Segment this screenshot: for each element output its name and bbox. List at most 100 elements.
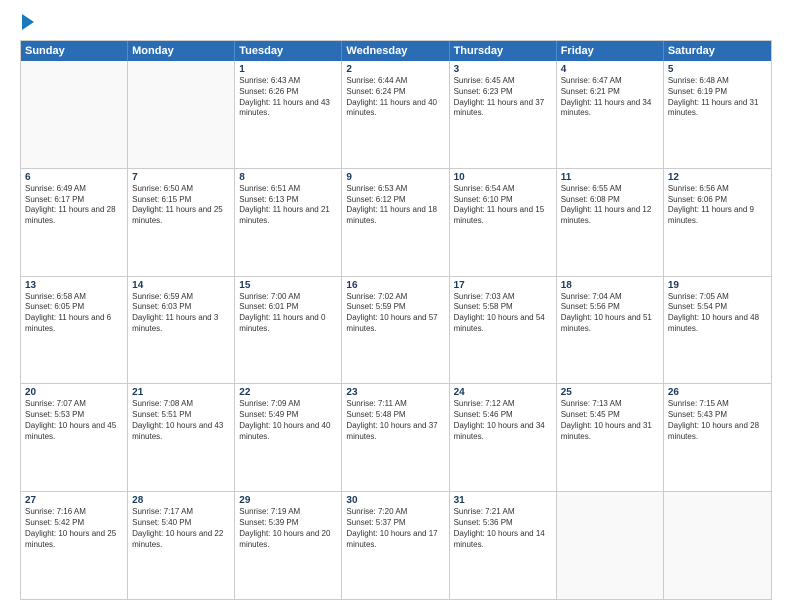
calendar-cell-6: 6Sunrise: 6:49 AM Sunset: 6:17 PM Daylig…: [21, 169, 128, 276]
cell-info: Sunrise: 6:47 AM Sunset: 6:21 PM Dayligh…: [561, 76, 659, 119]
day-number: 20: [25, 387, 123, 398]
calendar-cell-25: 25Sunrise: 7:13 AM Sunset: 5:45 PM Dayli…: [557, 384, 664, 491]
calendar-cell-11: 11Sunrise: 6:55 AM Sunset: 6:08 PM Dayli…: [557, 169, 664, 276]
calendar-cell-18: 18Sunrise: 7:04 AM Sunset: 5:56 PM Dayli…: [557, 277, 664, 384]
cell-info: Sunrise: 7:16 AM Sunset: 5:42 PM Dayligh…: [25, 507, 123, 550]
day-number: 13: [25, 280, 123, 291]
day-number: 1: [239, 64, 337, 75]
calendar-cell-28: 28Sunrise: 7:17 AM Sunset: 5:40 PM Dayli…: [128, 492, 235, 599]
day-number: 11: [561, 172, 659, 183]
calendar-cell-empty: [557, 492, 664, 599]
cell-info: Sunrise: 7:15 AM Sunset: 5:43 PM Dayligh…: [668, 399, 767, 442]
cell-info: Sunrise: 6:45 AM Sunset: 6:23 PM Dayligh…: [454, 76, 552, 119]
day-number: 12: [668, 172, 767, 183]
page: SundayMondayTuesdayWednesdayThursdayFrid…: [0, 0, 792, 612]
calendar-header-row: SundayMondayTuesdayWednesdayThursdayFrid…: [21, 41, 771, 61]
calendar-row-3: 13Sunrise: 6:58 AM Sunset: 6:05 PM Dayli…: [21, 277, 771, 385]
calendar: SundayMondayTuesdayWednesdayThursdayFrid…: [20, 40, 772, 600]
day-number: 6: [25, 172, 123, 183]
cell-info: Sunrise: 6:59 AM Sunset: 6:03 PM Dayligh…: [132, 292, 230, 335]
day-number: 7: [132, 172, 230, 183]
calendar-cell-27: 27Sunrise: 7:16 AM Sunset: 5:42 PM Dayli…: [21, 492, 128, 599]
logo: [20, 16, 34, 30]
cell-info: Sunrise: 6:44 AM Sunset: 6:24 PM Dayligh…: [346, 76, 444, 119]
cell-info: Sunrise: 7:20 AM Sunset: 5:37 PM Dayligh…: [346, 507, 444, 550]
day-header-friday: Friday: [557, 41, 664, 61]
calendar-cell-14: 14Sunrise: 6:59 AM Sunset: 6:03 PM Dayli…: [128, 277, 235, 384]
cell-info: Sunrise: 6:50 AM Sunset: 6:15 PM Dayligh…: [132, 184, 230, 227]
cell-info: Sunrise: 7:00 AM Sunset: 6:01 PM Dayligh…: [239, 292, 337, 335]
calendar-cell-13: 13Sunrise: 6:58 AM Sunset: 6:05 PM Dayli…: [21, 277, 128, 384]
day-header-thursday: Thursday: [450, 41, 557, 61]
cell-info: Sunrise: 6:56 AM Sunset: 6:06 PM Dayligh…: [668, 184, 767, 227]
day-number: 28: [132, 495, 230, 506]
calendar-cell-22: 22Sunrise: 7:09 AM Sunset: 5:49 PM Dayli…: [235, 384, 342, 491]
day-number: 24: [454, 387, 552, 398]
calendar-cell-1: 1Sunrise: 6:43 AM Sunset: 6:26 PM Daylig…: [235, 61, 342, 168]
calendar-cell-empty: [128, 61, 235, 168]
calendar-cell-2: 2Sunrise: 6:44 AM Sunset: 6:24 PM Daylig…: [342, 61, 449, 168]
calendar-cell-23: 23Sunrise: 7:11 AM Sunset: 5:48 PM Dayli…: [342, 384, 449, 491]
cell-info: Sunrise: 6:54 AM Sunset: 6:10 PM Dayligh…: [454, 184, 552, 227]
calendar-cell-20: 20Sunrise: 7:07 AM Sunset: 5:53 PM Dayli…: [21, 384, 128, 491]
cell-info: Sunrise: 6:53 AM Sunset: 6:12 PM Dayligh…: [346, 184, 444, 227]
calendar-body: 1Sunrise: 6:43 AM Sunset: 6:26 PM Daylig…: [21, 61, 771, 599]
day-number: 29: [239, 495, 337, 506]
day-header-saturday: Saturday: [664, 41, 771, 61]
day-number: 2: [346, 64, 444, 75]
day-number: 4: [561, 64, 659, 75]
calendar-cell-30: 30Sunrise: 7:20 AM Sunset: 5:37 PM Dayli…: [342, 492, 449, 599]
cell-info: Sunrise: 6:55 AM Sunset: 6:08 PM Dayligh…: [561, 184, 659, 227]
day-number: 21: [132, 387, 230, 398]
cell-info: Sunrise: 7:21 AM Sunset: 5:36 PM Dayligh…: [454, 507, 552, 550]
calendar-cell-empty: [21, 61, 128, 168]
calendar-cell-12: 12Sunrise: 6:56 AM Sunset: 6:06 PM Dayli…: [664, 169, 771, 276]
cell-info: Sunrise: 7:17 AM Sunset: 5:40 PM Dayligh…: [132, 507, 230, 550]
calendar-row-2: 6Sunrise: 6:49 AM Sunset: 6:17 PM Daylig…: [21, 169, 771, 277]
calendar-cell-26: 26Sunrise: 7:15 AM Sunset: 5:43 PM Dayli…: [664, 384, 771, 491]
day-number: 17: [454, 280, 552, 291]
day-header-sunday: Sunday: [21, 41, 128, 61]
day-number: 18: [561, 280, 659, 291]
day-header-monday: Monday: [128, 41, 235, 61]
calendar-cell-24: 24Sunrise: 7:12 AM Sunset: 5:46 PM Dayli…: [450, 384, 557, 491]
cell-info: Sunrise: 6:51 AM Sunset: 6:13 PM Dayligh…: [239, 184, 337, 227]
cell-info: Sunrise: 7:02 AM Sunset: 5:59 PM Dayligh…: [346, 292, 444, 335]
cell-info: Sunrise: 7:11 AM Sunset: 5:48 PM Dayligh…: [346, 399, 444, 442]
calendar-cell-10: 10Sunrise: 6:54 AM Sunset: 6:10 PM Dayli…: [450, 169, 557, 276]
day-number: 22: [239, 387, 337, 398]
day-number: 27: [25, 495, 123, 506]
calendar-cell-29: 29Sunrise: 7:19 AM Sunset: 5:39 PM Dayli…: [235, 492, 342, 599]
cell-info: Sunrise: 6:43 AM Sunset: 6:26 PM Dayligh…: [239, 76, 337, 119]
day-number: 10: [454, 172, 552, 183]
day-number: 8: [239, 172, 337, 183]
cell-info: Sunrise: 6:58 AM Sunset: 6:05 PM Dayligh…: [25, 292, 123, 335]
day-number: 30: [346, 495, 444, 506]
calendar-row-4: 20Sunrise: 7:07 AM Sunset: 5:53 PM Dayli…: [21, 384, 771, 492]
calendar-row-1: 1Sunrise: 6:43 AM Sunset: 6:26 PM Daylig…: [21, 61, 771, 169]
cell-info: Sunrise: 7:12 AM Sunset: 5:46 PM Dayligh…: [454, 399, 552, 442]
cell-info: Sunrise: 7:07 AM Sunset: 5:53 PM Dayligh…: [25, 399, 123, 442]
calendar-cell-8: 8Sunrise: 6:51 AM Sunset: 6:13 PM Daylig…: [235, 169, 342, 276]
day-number: 9: [346, 172, 444, 183]
calendar-cell-7: 7Sunrise: 6:50 AM Sunset: 6:15 PM Daylig…: [128, 169, 235, 276]
day-number: 3: [454, 64, 552, 75]
calendar-cell-5: 5Sunrise: 6:48 AM Sunset: 6:19 PM Daylig…: [664, 61, 771, 168]
cell-info: Sunrise: 7:08 AM Sunset: 5:51 PM Dayligh…: [132, 399, 230, 442]
day-number: 19: [668, 280, 767, 291]
day-number: 15: [239, 280, 337, 291]
cell-info: Sunrise: 7:19 AM Sunset: 5:39 PM Dayligh…: [239, 507, 337, 550]
logo-arrow-icon: [22, 14, 34, 30]
cell-info: Sunrise: 7:03 AM Sunset: 5:58 PM Dayligh…: [454, 292, 552, 335]
calendar-cell-31: 31Sunrise: 7:21 AM Sunset: 5:36 PM Dayli…: [450, 492, 557, 599]
calendar-row-5: 27Sunrise: 7:16 AM Sunset: 5:42 PM Dayli…: [21, 492, 771, 599]
day-header-tuesday: Tuesday: [235, 41, 342, 61]
cell-info: Sunrise: 7:13 AM Sunset: 5:45 PM Dayligh…: [561, 399, 659, 442]
calendar-cell-empty: [664, 492, 771, 599]
day-number: 25: [561, 387, 659, 398]
day-number: 16: [346, 280, 444, 291]
cell-info: Sunrise: 7:04 AM Sunset: 5:56 PM Dayligh…: [561, 292, 659, 335]
calendar-cell-19: 19Sunrise: 7:05 AM Sunset: 5:54 PM Dayli…: [664, 277, 771, 384]
calendar-cell-15: 15Sunrise: 7:00 AM Sunset: 6:01 PM Dayli…: [235, 277, 342, 384]
calendar-cell-4: 4Sunrise: 6:47 AM Sunset: 6:21 PM Daylig…: [557, 61, 664, 168]
